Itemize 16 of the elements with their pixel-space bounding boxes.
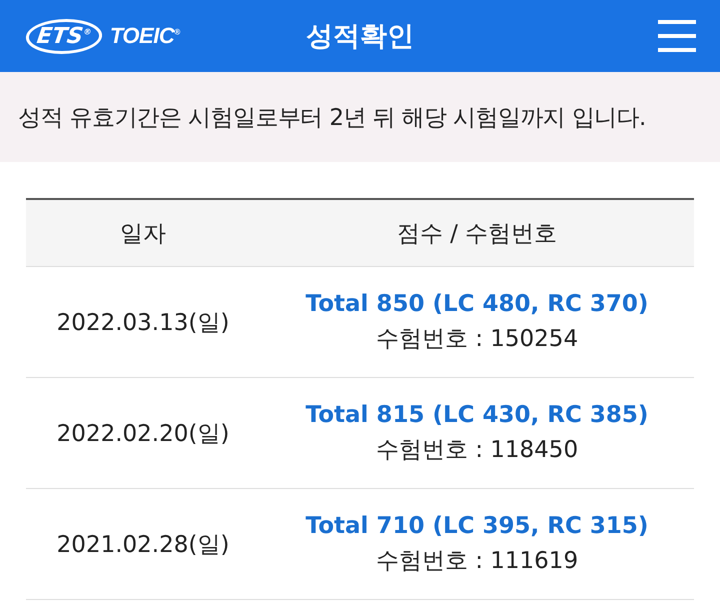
exam-number: 수험번호 : 150254 [376,324,578,354]
exam-number: 수험번호 : 111619 [376,546,578,576]
logo-text[interactable]: TOEIC$^{®}$ [110,23,180,49]
column-header: 점수 / 수험번호 [396,220,558,248]
page-title: 성적확인 [306,21,414,52]
date-text: 2022.03.13(일) [56,308,230,338]
notice-text: 성적 유효기간은 시험일로부터 2년 뒤 해당 시험일까지 입니다. [18,104,646,132]
exam-number: 수험번호 : 118450 [376,436,578,464]
menu-icon[interactable] [658,20,696,52]
logo-text[interactable]: ETS$^{®}$ [24,18,104,54]
score-link[interactable]: Total 850 (LC 480, RC 370) [306,290,648,316]
column-header: 일자 [120,220,166,248]
date-text: 2022.02.20(일) [56,420,230,448]
score-link[interactable]: Total 710 (LC 395, RC 315) [306,512,648,538]
score-link[interactable]: Total 815 (LC 430, RC 385) [306,402,648,428]
date-text: 2021.02.28(일) [56,530,230,560]
